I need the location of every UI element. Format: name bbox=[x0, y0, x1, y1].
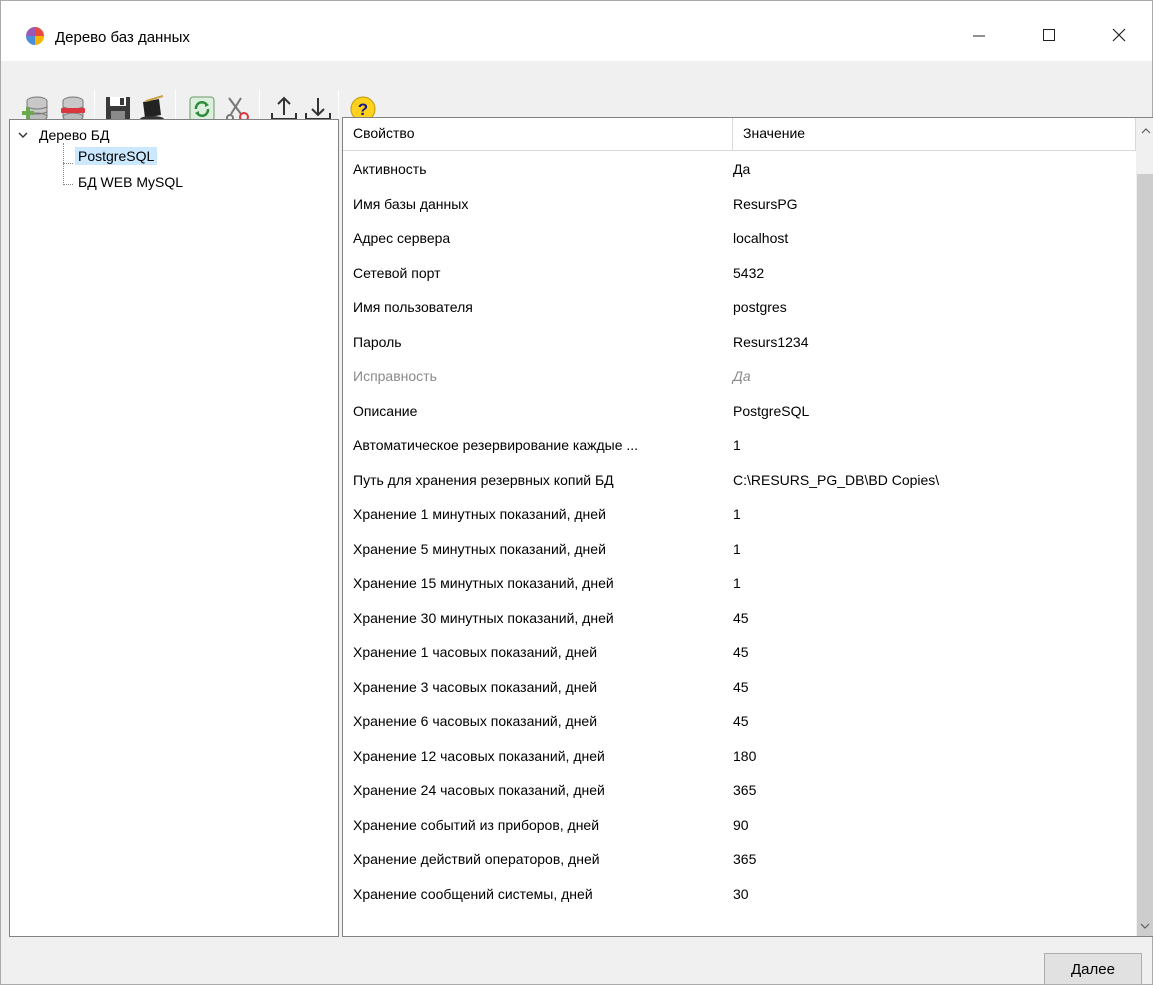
table-row[interactable]: Хранение 6 часовых показаний, дней 45 bbox=[343, 704, 1136, 739]
property-grid: Свойство Значение Активность Да Имя базы д… bbox=[342, 117, 1153, 937]
column-header-property[interactable]: Свойство bbox=[343, 118, 733, 151]
minimize-icon[interactable] bbox=[954, 19, 1004, 51]
table-row[interactable]: Описание PostgreSQL bbox=[343, 394, 1136, 429]
property-value[interactable]: postgres bbox=[733, 290, 787, 325]
table-row[interactable]: Хранение 30 минутных показаний, дней 45 bbox=[343, 601, 1136, 636]
property-value[interactable]: 1 bbox=[733, 497, 741, 532]
property-value[interactable]: Да bbox=[733, 152, 750, 187]
table-row[interactable]: Путь для хранения резервных копий БД C:\R… bbox=[343, 463, 1136, 498]
tree-panel bbox=[9, 119, 339, 937]
table-row[interactable]: Хранение 5 минутных показаний, дней 1 bbox=[343, 532, 1136, 567]
property-name: Хранение 1 минутных показаний, дней bbox=[353, 506, 606, 522]
tree-root[interactable]: Дерево БД bbox=[17, 127, 109, 143]
window-title: Дерево баз данных bbox=[55, 29, 190, 46]
property-value[interactable]: 180 bbox=[733, 739, 756, 774]
property-name: Хранение 3 часовых показаний, дней bbox=[353, 678, 598, 695]
property-name: Хранение 24 часовых показаний, дней bbox=[353, 782, 605, 798]
property-name: Путь для хранения резервных копий БД bbox=[353, 471, 614, 488]
property-name: Пароль bbox=[353, 333, 402, 350]
table-row[interactable]: Хранение 12 часовых показаний, дней 180 bbox=[343, 739, 1136, 774]
column-header-value[interactable]: Значение bbox=[733, 118, 1136, 151]
tree-item-web-mysql[interactable]: БД WEB MySQL bbox=[75, 173, 186, 191]
table-row[interactable]: Имя базы данных ResursPG bbox=[343, 187, 1136, 222]
property-value[interactable]: PostgreSQL bbox=[733, 394, 809, 429]
property-value[interactable]: 1 bbox=[733, 428, 741, 463]
property-value[interactable]: Да bbox=[733, 359, 751, 394]
property-value[interactable]: 1 bbox=[733, 566, 741, 601]
property-value[interactable]: 1 bbox=[733, 532, 741, 567]
next-button[interactable]: Далее bbox=[1044, 953, 1142, 985]
property-name: Адрес сервера bbox=[353, 230, 451, 246]
close-icon[interactable] bbox=[1094, 19, 1144, 51]
property-value[interactable]: 45 bbox=[733, 635, 749, 670]
table-row[interactable]: Хранение сообщений системы, дней 30 bbox=[343, 877, 1136, 912]
title-bar: Дерево баз данных bbox=[1, 1, 1152, 61]
table-row[interactable]: Имя пользователя postgres bbox=[343, 290, 1136, 325]
tree-root-label: Дерево БД bbox=[39, 127, 110, 143]
property-name: Активность bbox=[353, 161, 427, 177]
property-name: Автоматическое резервирование каждые ... bbox=[353, 437, 639, 453]
table-row[interactable]: Сетевой порт 5432 bbox=[343, 256, 1136, 291]
toolbar bbox=[1, 61, 1152, 116]
property-name: Хранение 30 минутных показаний, дней bbox=[353, 609, 614, 626]
table-row[interactable]: Адрес сервера localhost bbox=[343, 221, 1136, 256]
table-row[interactable]: Хранение действий операторов, дней 365 bbox=[343, 842, 1136, 877]
property-value[interactable]: C:\RESURS_PG_DB\BD Copies\ bbox=[733, 463, 939, 498]
scroll-down-icon[interactable] bbox=[1135, 917, 1153, 935]
property-name: Хранение 15 минутных показаний, дней bbox=[353, 575, 614, 591]
scroll-up-icon[interactable] bbox=[1136, 122, 1153, 140]
property-name: Имя пользователя bbox=[353, 299, 473, 315]
property-value[interactable]: 30 bbox=[733, 877, 749, 912]
property-value[interactable]: localhost bbox=[733, 221, 788, 256]
property-value[interactable]: 5432 bbox=[733, 256, 764, 291]
property-value[interactable]: 45 bbox=[733, 704, 749, 739]
vertical-scrollbar[interactable] bbox=[1136, 118, 1153, 936]
table-row[interactable]: Хранение 24 часовых показаний, дней 365 bbox=[343, 773, 1136, 808]
property-value[interactable]: 365 bbox=[733, 773, 756, 808]
table-row[interactable]: Хранение 15 минутных показаний, дней 1 bbox=[343, 566, 1136, 601]
table-row[interactable]: Хранение событий из приборов, дней 90 bbox=[343, 808, 1136, 843]
table-row[interactable]: Активность Да bbox=[343, 152, 1136, 187]
table-row[interactable]: Автоматическое резервирование каждые ...… bbox=[343, 428, 1136, 463]
scrollbar-thumb[interactable] bbox=[1137, 174, 1153, 936]
property-value[interactable]: 45 bbox=[733, 670, 749, 705]
maximize-icon[interactable] bbox=[1024, 19, 1074, 51]
property-name: Сетевой порт bbox=[353, 264, 441, 281]
property-value[interactable]: 45 bbox=[733, 601, 749, 636]
property-name: Хранение 12 часовых показаний, дней bbox=[353, 747, 605, 764]
app-window: Дерево баз данных ? Дерево БД PostgreSQL… bbox=[0, 0, 1153, 985]
property-name: Хранение сообщений системы, дней bbox=[353, 885, 593, 902]
property-name: Описание bbox=[353, 402, 418, 419]
property-name: Хранение действий операторов, дней bbox=[353, 851, 600, 867]
property-value[interactable]: 90 bbox=[733, 808, 749, 843]
grid-header: Свойство Значение bbox=[343, 118, 1136, 151]
property-name: Хранение 6 часовых показаний, дней bbox=[353, 713, 598, 729]
table-row[interactable]: Пароль Resurs1234 bbox=[343, 325, 1136, 360]
table-row[interactable]: Хранение 1 минутных показаний, дней 1 bbox=[343, 497, 1136, 532]
property-name: Исправность bbox=[353, 368, 437, 384]
tree-item-postgresql[interactable]: PostgreSQL bbox=[75, 147, 158, 165]
app-icon bbox=[25, 26, 45, 46]
tree-connector bbox=[63, 184, 73, 185]
property-name: Имя базы данных bbox=[353, 195, 469, 212]
chevron-down-icon[interactable] bbox=[17, 129, 33, 141]
property-name: Хранение событий из приборов, дней bbox=[353, 816, 600, 833]
tree-connector bbox=[63, 163, 73, 164]
property-value[interactable]: 365 bbox=[733, 842, 756, 877]
property-value[interactable]: Resurs1234 bbox=[733, 325, 809, 360]
property-value[interactable]: ResursPG bbox=[733, 187, 798, 222]
tree-connector bbox=[63, 143, 64, 185]
table-row[interactable]: Хранение 1 часовых показаний, дней 45 bbox=[343, 635, 1136, 670]
property-name: Хранение 1 часовых показаний, дней bbox=[353, 644, 598, 660]
table-row[interactable]: Хранение 3 часовых показаний, дней 45 bbox=[343, 670, 1136, 705]
table-row[interactable]: Исправность Да bbox=[343, 359, 1136, 394]
property-name: Хранение 5 минутных показаний, дней bbox=[353, 540, 606, 557]
